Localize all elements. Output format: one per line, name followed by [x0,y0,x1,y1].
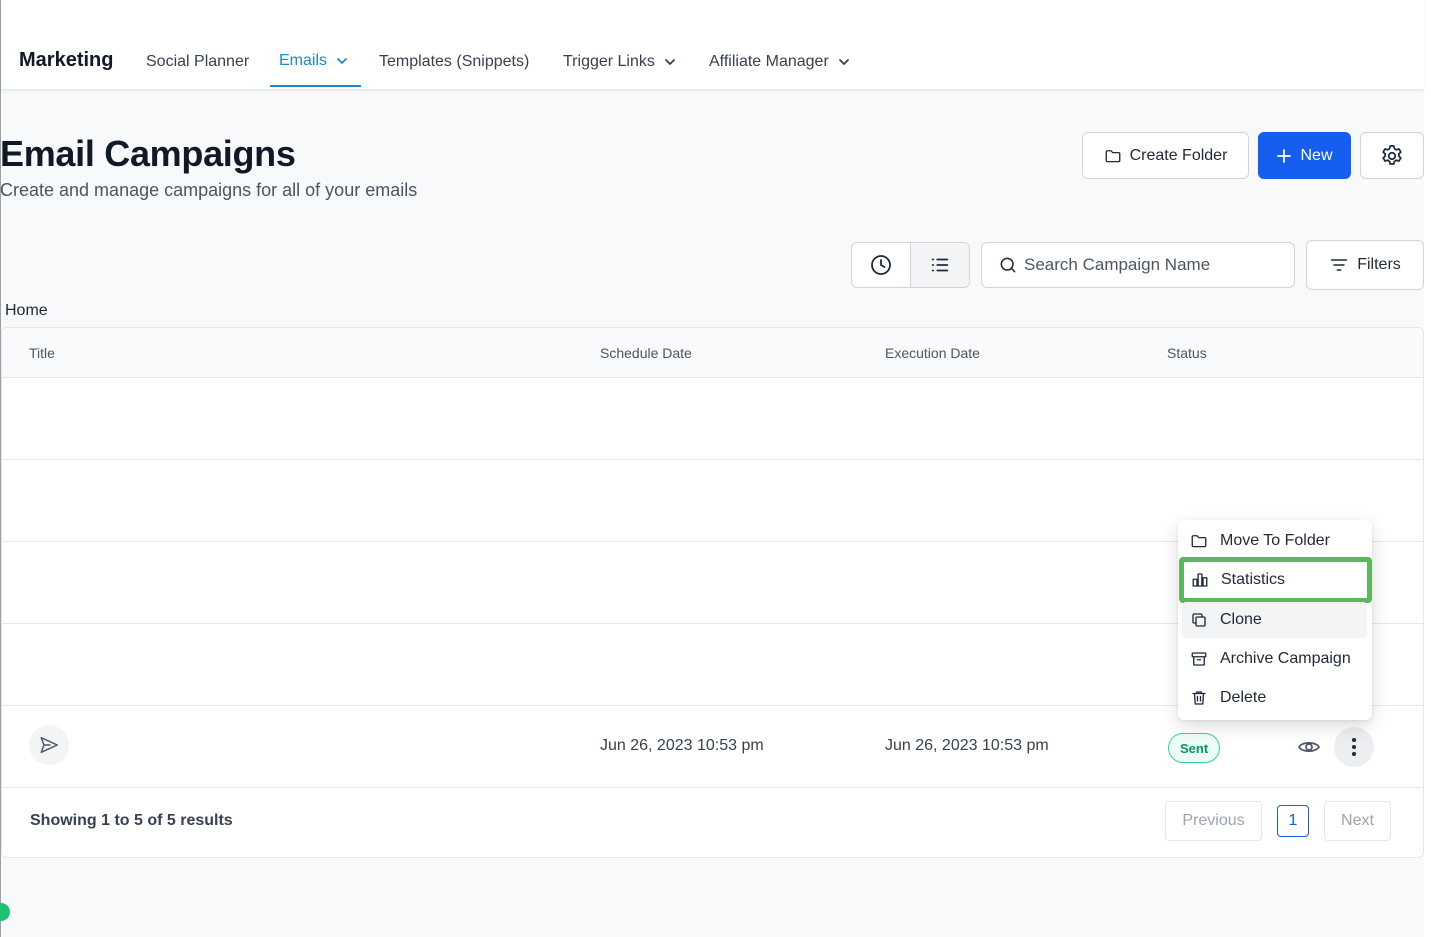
table-header: Title Schedule Date Execution Date Statu… [2,328,1423,378]
create-folder-label: Create Folder [1129,146,1228,164]
nav-emails-label: Emails [279,52,328,69]
settings-button[interactable] [1360,132,1424,179]
chevron-down-icon [838,59,849,65]
menu-item-label: Archive Campaign [1220,650,1351,667]
archive-icon [1191,652,1207,666]
filters-label: Filters [1357,256,1401,273]
clock-icon [871,255,891,275]
more-vertical-icon [1352,738,1356,756]
nav-trigger-links-label: Trigger Links [563,53,655,70]
chevron-down-icon [337,58,347,64]
gear-icon [1382,144,1402,165]
search-icon [1000,257,1016,273]
column-execution-date: Execution Date [885,345,980,361]
folder-icon [1105,149,1121,162]
menu-item-label: Statistics [1221,571,1286,588]
view-toggle-group [851,242,970,288]
recent-view-toggle[interactable] [852,243,910,287]
previous-page-button[interactable]: Previous [1165,801,1262,841]
active-tab-underline [270,85,361,87]
menu-item-delete[interactable]: Delete [1182,680,1367,716]
column-schedule-date: Schedule Date [600,345,692,361]
column-status: Status [1167,345,1207,361]
window-right-edge [1424,0,1431,937]
nav-social-planner[interactable]: Social Planner [146,53,249,71]
trash-icon [1192,691,1206,705]
breadcrumb-home[interactable]: Home [5,302,48,320]
nav-templates-snippets[interactable]: Templates (Snippets) [379,53,529,71]
list-view-toggle[interactable] [910,243,969,287]
campaign-type-badge [29,725,69,765]
menu-item-statistics[interactable]: Statistics [1179,557,1372,603]
page-title: Email Campaigns [0,133,296,174]
execution-date: Jun 26, 2023 10:53 pm [885,737,1049,754]
plus-icon [1277,148,1292,163]
menu-item-label: Move To Folder [1220,532,1330,549]
nav-trigger-links[interactable]: Trigger Links [563,53,677,71]
schedule-date: Jun 26, 2023 10:53 pm [600,737,764,754]
status-badge: Sent [1168,733,1221,763]
menu-item-archive-campaign[interactable]: Archive Campaign [1182,641,1367,677]
new-campaign-button[interactable]: New [1258,132,1351,179]
menu-item-label: Delete [1220,689,1267,706]
table-row[interactable] [2,378,1423,460]
nav-social-planner-label: Social Planner [146,53,250,70]
nav-affiliate-manager-label: Affiliate Manager [709,53,829,70]
menu-item-move-to-folder[interactable]: Move To Folder [1182,523,1367,559]
page-subtitle: Create and manage campaigns for all of y… [0,180,418,200]
menu-item-clone[interactable]: Clone [1182,602,1367,638]
brand-title: Marketing [19,49,114,71]
nav-templates-label: Templates (Snippets) [379,53,530,70]
folder-icon [1191,535,1207,548]
nav-emails[interactable]: Emails [279,52,349,70]
copy-icon [1192,613,1206,627]
chevron-down-icon [664,59,675,65]
send-icon [40,736,58,754]
column-title: Title [29,345,55,361]
page-1-button[interactable]: 1 [1277,805,1309,837]
menu-item-label: Clone [1220,611,1262,628]
nav-affiliate-manager[interactable]: Affiliate Manager [709,53,851,71]
filters-button[interactable]: Filters [1306,240,1424,290]
bar-chart-icon [1192,573,1208,587]
list-icon [931,258,949,272]
eye-icon[interactable] [1297,735,1321,759]
results-summary: Showing 1 to 5 of 5 results [30,812,233,829]
new-label: New [1300,146,1333,164]
search-input[interactable] [1024,255,1284,275]
filter-icon [1330,259,1348,271]
support-widget-icon[interactable] [0,903,10,921]
row-actions-menu: Move To Folder Statistics Clone Archive … [1178,520,1372,720]
row-actions-button[interactable] [1334,727,1374,767]
next-page-button[interactable]: Next [1324,801,1391,841]
top-nav: Marketing Social Planner Emails Template… [1,0,1424,90]
create-folder-button[interactable]: Create Folder [1082,132,1249,179]
search-box [981,242,1295,288]
